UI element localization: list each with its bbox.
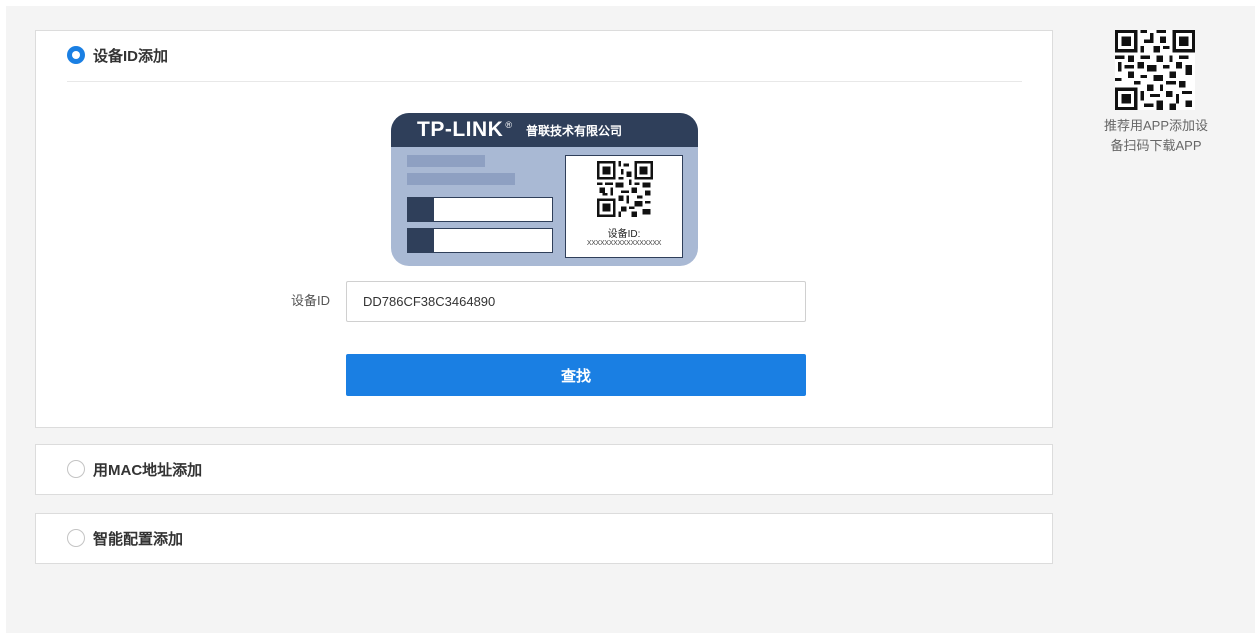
device-id-label: 设备ID xyxy=(290,293,330,308)
card-placeholder-bar xyxy=(407,173,515,185)
radio-unchecked-icon[interactable] xyxy=(67,529,85,547)
add-by-id-panel: 设备ID添加 TP-LINK ® 普联技术有限公司 设备ID: XXXXXXXX… xyxy=(35,30,1053,428)
app-hint-line: 推荐用APP添加设 xyxy=(1103,118,1208,133)
radio-unchecked-icon[interactable] xyxy=(67,460,85,478)
option-label: 智能配置添加 xyxy=(93,530,184,548)
app-download-qr-icon xyxy=(1115,30,1195,110)
add-by-mac-panel: 用MAC地址添加 xyxy=(35,444,1053,495)
company-name: 普联技术有限公司 xyxy=(525,123,622,138)
card-device-id-value: XXXXXXXXXXXXXXXXX xyxy=(586,240,662,247)
card-placeholder-field xyxy=(407,197,553,222)
device-label-illustration: TP-LINK ® 普联技术有限公司 设备ID: XXXXXXXXXXXXXXX… xyxy=(391,113,698,266)
card-placeholder-field xyxy=(407,228,553,253)
option-label: 用MAC地址添加 xyxy=(93,461,203,479)
divider xyxy=(67,81,1022,82)
card-placeholder-bar xyxy=(407,155,485,167)
brand-registered-mark: ® xyxy=(505,120,512,130)
option-label: 设备ID添加 xyxy=(93,47,169,65)
smart-config-panel: 智能配置添加 xyxy=(35,513,1053,564)
option-add-by-mac[interactable]: 用MAC地址添加 xyxy=(67,458,202,480)
card-header: TP-LINK ® 普联技术有限公司 xyxy=(391,113,698,147)
device-id-input[interactable] xyxy=(346,281,806,322)
option-smart-config[interactable]: 智能配置添加 xyxy=(67,527,183,549)
app-download-hint: 推荐用APP添加设 备扫码下载APP xyxy=(1086,116,1226,156)
find-button[interactable]: 查找 xyxy=(346,354,806,396)
option-add-by-id[interactable]: 设备ID添加 xyxy=(67,44,168,66)
radio-checked-icon[interactable] xyxy=(67,46,85,64)
brand-logo: TP-LINK xyxy=(417,118,504,141)
card-device-id-label: 设备ID: xyxy=(607,229,641,240)
app-hint-line: 备扫码下载APP xyxy=(1110,138,1202,153)
card-qr-area: 设备ID: XXXXXXXXXXXXXXXXX xyxy=(565,155,683,258)
qr-code-icon xyxy=(597,161,653,217)
